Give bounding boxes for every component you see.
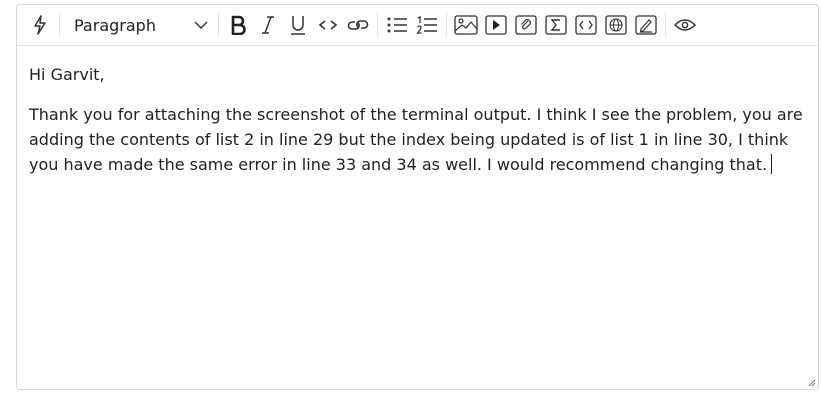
equation-button[interactable] <box>541 10 571 40</box>
pen-icon <box>635 15 657 35</box>
underline-icon <box>291 16 305 35</box>
chevron-down-icon <box>194 21 208 29</box>
rich-text-editor: Paragraph Hi Garvit, Thank you for attac… <box>16 4 819 390</box>
code-block-icon <box>575 15 597 35</box>
web-link-button[interactable] <box>601 10 631 40</box>
globe-icon <box>605 15 627 35</box>
body-text: Thank you for attaching the screenshot o… <box>29 105 803 174</box>
bulleted-list-button[interactable] <box>382 10 412 40</box>
editor-content[interactable]: Hi Garvit, Thank you for attaching the s… <box>17 46 818 177</box>
numbered-list-icon <box>416 16 437 34</box>
link-button[interactable] <box>343 10 373 40</box>
bold-icon <box>231 15 246 35</box>
numbered-list-button[interactable] <box>412 10 442 40</box>
toolbar-divider <box>377 13 378 37</box>
italic-button[interactable] <box>253 10 283 40</box>
ai-assist-button[interactable] <box>25 10 55 40</box>
body-paragraph: Thank you for attaching the screenshot o… <box>29 102 806 177</box>
greeting-paragraph: Hi Garvit, <box>29 65 105 84</box>
eye-icon <box>674 19 696 31</box>
preview-button[interactable] <box>670 10 700 40</box>
sigma-icon <box>545 15 567 35</box>
block-format-value: Paragraph <box>74 15 156 35</box>
resize-handle-icon[interactable] <box>806 377 816 387</box>
image-icon <box>454 15 478 35</box>
bold-button[interactable] <box>223 10 253 40</box>
block-format-select[interactable]: Paragraph <box>64 10 214 40</box>
bolt-icon <box>34 15 46 35</box>
toolbar-divider <box>218 13 219 37</box>
paperclip-icon <box>515 15 537 35</box>
embed-code-button[interactable] <box>571 10 601 40</box>
insert-video-button[interactable] <box>481 10 511 40</box>
play-icon <box>485 15 507 35</box>
text-cursor <box>771 154 773 174</box>
toolbar-divider <box>446 13 447 37</box>
inline-code-button[interactable] <box>313 10 343 40</box>
toolbar-divider <box>665 13 666 37</box>
editor-toolbar: Paragraph <box>17 5 818 46</box>
underline-button[interactable] <box>283 10 313 40</box>
italic-icon <box>262 16 274 34</box>
toolbar-divider <box>59 13 60 37</box>
attachment-button[interactable] <box>511 10 541 40</box>
drawing-button[interactable] <box>631 10 661 40</box>
bulleted-list-icon <box>387 17 407 33</box>
link-icon <box>347 20 369 30</box>
insert-image-button[interactable] <box>451 10 481 40</box>
code-icon <box>318 20 338 30</box>
